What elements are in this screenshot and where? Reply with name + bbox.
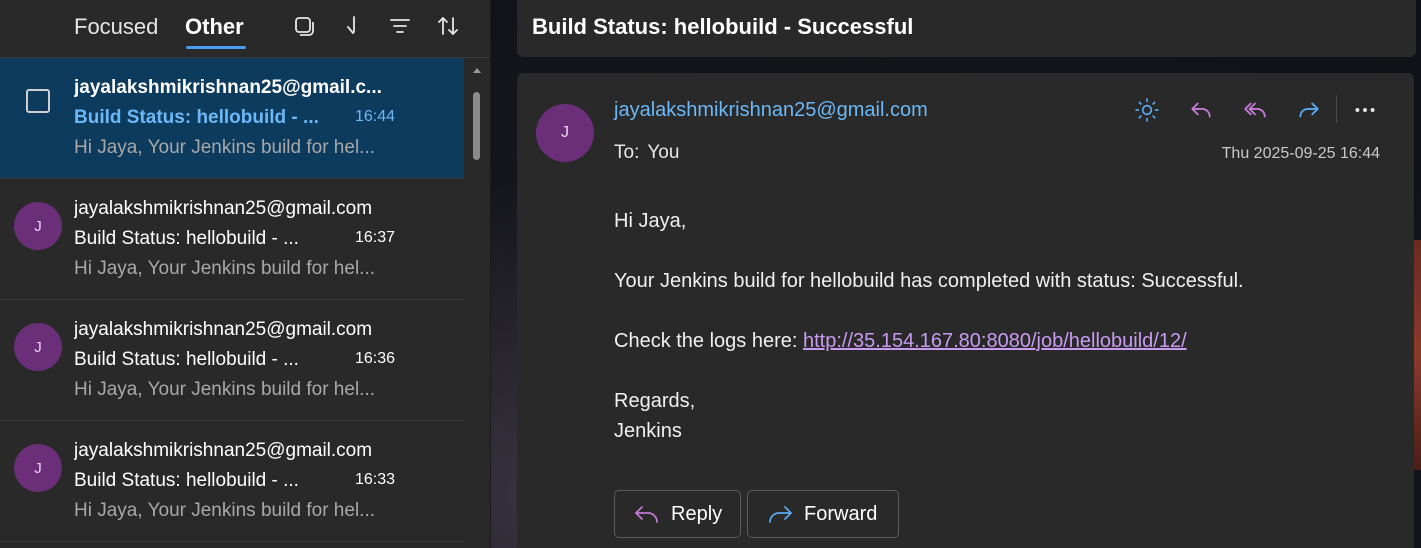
recipient-line: To: You xyxy=(614,142,679,164)
reply-button[interactable]: Reply xyxy=(614,490,741,538)
message-list-pane: Focused Other jayalakshmikrishnan25@gmai… xyxy=(0,0,490,548)
list-item[interactable]: J jayalakshmikrishnan25@gmail.com Build … xyxy=(0,300,464,421)
scroll-up-arrow-icon[interactable] xyxy=(473,68,481,73)
logs-prefix: Check the logs here: xyxy=(614,330,803,352)
body-logs-line: Check the logs here: http://35.154.167.8… xyxy=(614,330,1187,353)
message-subject: Build Status: hellobuild - ... xyxy=(74,228,299,249)
body-status-line: Your Jenkins build for hellobuild has co… xyxy=(614,270,1244,292)
more-options-icon[interactable] xyxy=(1350,95,1380,125)
logs-link[interactable]: http://35.154.167.80:8080/job/hellobuild… xyxy=(803,330,1187,352)
background-decoration xyxy=(1413,240,1421,470)
to-label: To: xyxy=(614,142,640,163)
message-preview: Hi Jaya, Your Jenkins build for hel... xyxy=(74,379,376,400)
active-tab-indicator xyxy=(186,46,246,49)
toolbar-divider xyxy=(1336,95,1337,123)
message-preview: Hi Jaya, Your Jenkins build for hel... xyxy=(74,137,376,158)
to-value[interactable]: You xyxy=(647,142,679,163)
scrollbar-thumb[interactable] xyxy=(473,92,480,160)
message-time: 16:44 xyxy=(355,108,396,125)
brightness-icon[interactable] xyxy=(1132,95,1162,125)
avatar: J xyxy=(14,444,62,492)
tab-focused[interactable]: Focused xyxy=(74,14,158,40)
message-preview: Hi Jaya, Your Jenkins build for hel... xyxy=(74,500,376,521)
reply-icon xyxy=(635,506,658,523)
avatar: J xyxy=(14,323,62,371)
reply-label: Reply xyxy=(671,502,723,525)
message-sender: jayalakshmikrishnan25@gmail.com xyxy=(74,319,373,340)
reply-all-icon[interactable] xyxy=(1240,95,1270,125)
body-regards: Regards, xyxy=(614,390,696,412)
message-sender: jayalakshmikrishnan25@gmail.com xyxy=(74,198,373,219)
sort-icon[interactable] xyxy=(434,12,462,40)
avatar: J xyxy=(14,202,62,250)
page-title: Build Status: hellobuild - Successful xyxy=(532,14,914,39)
message-time: 16:36 xyxy=(355,350,396,367)
message-sender: jayalakshmikrishnan25@gmail.c... xyxy=(74,77,382,98)
sender-address[interactable]: jayalakshmikrishnan25@gmail.com xyxy=(614,99,928,122)
list-item[interactable]: jayalakshmikrishnan25@gmail.c... Build S… xyxy=(0,58,464,179)
select-mode-icon[interactable] xyxy=(290,12,318,40)
message-list: jayalakshmikrishnan25@gmail.c... Build S… xyxy=(0,58,464,542)
subject-bar: Build Status: hellobuild - Successful xyxy=(517,0,1416,57)
list-header: Focused Other xyxy=(0,0,490,58)
forward-button[interactable]: Forward xyxy=(747,490,899,538)
message-subject: Build Status: hellobuild - ... xyxy=(74,470,299,491)
list-item[interactable]: J jayalakshmikrishnan25@gmail.com Build … xyxy=(0,421,464,542)
reply-icon[interactable] xyxy=(1186,95,1216,125)
select-checkbox[interactable] xyxy=(26,89,50,113)
tab-other[interactable]: Other xyxy=(185,14,244,40)
filter-icon[interactable] xyxy=(386,12,414,40)
message-date: Thu 2025-09-25 16:44 xyxy=(1221,145,1380,162)
message-card: J jayalakshmikrishnan25@gmail.com To: You… xyxy=(517,73,1414,548)
jump-to-icon[interactable] xyxy=(338,12,366,40)
message-sender: jayalakshmikrishnan25@gmail.com xyxy=(74,440,373,461)
forward-icon[interactable] xyxy=(1294,95,1324,125)
message-subject: Build Status: hellobuild - ... xyxy=(74,349,299,370)
message-time: 16:37 xyxy=(355,229,396,246)
forward-icon xyxy=(769,506,792,523)
avatar: J xyxy=(536,104,594,162)
message-subject: Build Status: hellobuild - ... xyxy=(74,107,319,128)
list-scrollbar[interactable] xyxy=(465,58,490,548)
forward-label: Forward xyxy=(804,502,878,525)
list-item[interactable]: J jayalakshmikrishnan25@gmail.com Build … xyxy=(0,179,464,300)
body-signature: Jenkins xyxy=(614,420,682,442)
body-greeting: Hi Jaya, xyxy=(614,210,687,232)
message-time: 16:33 xyxy=(355,471,396,488)
message-preview: Hi Jaya, Your Jenkins build for hel... xyxy=(74,258,376,279)
